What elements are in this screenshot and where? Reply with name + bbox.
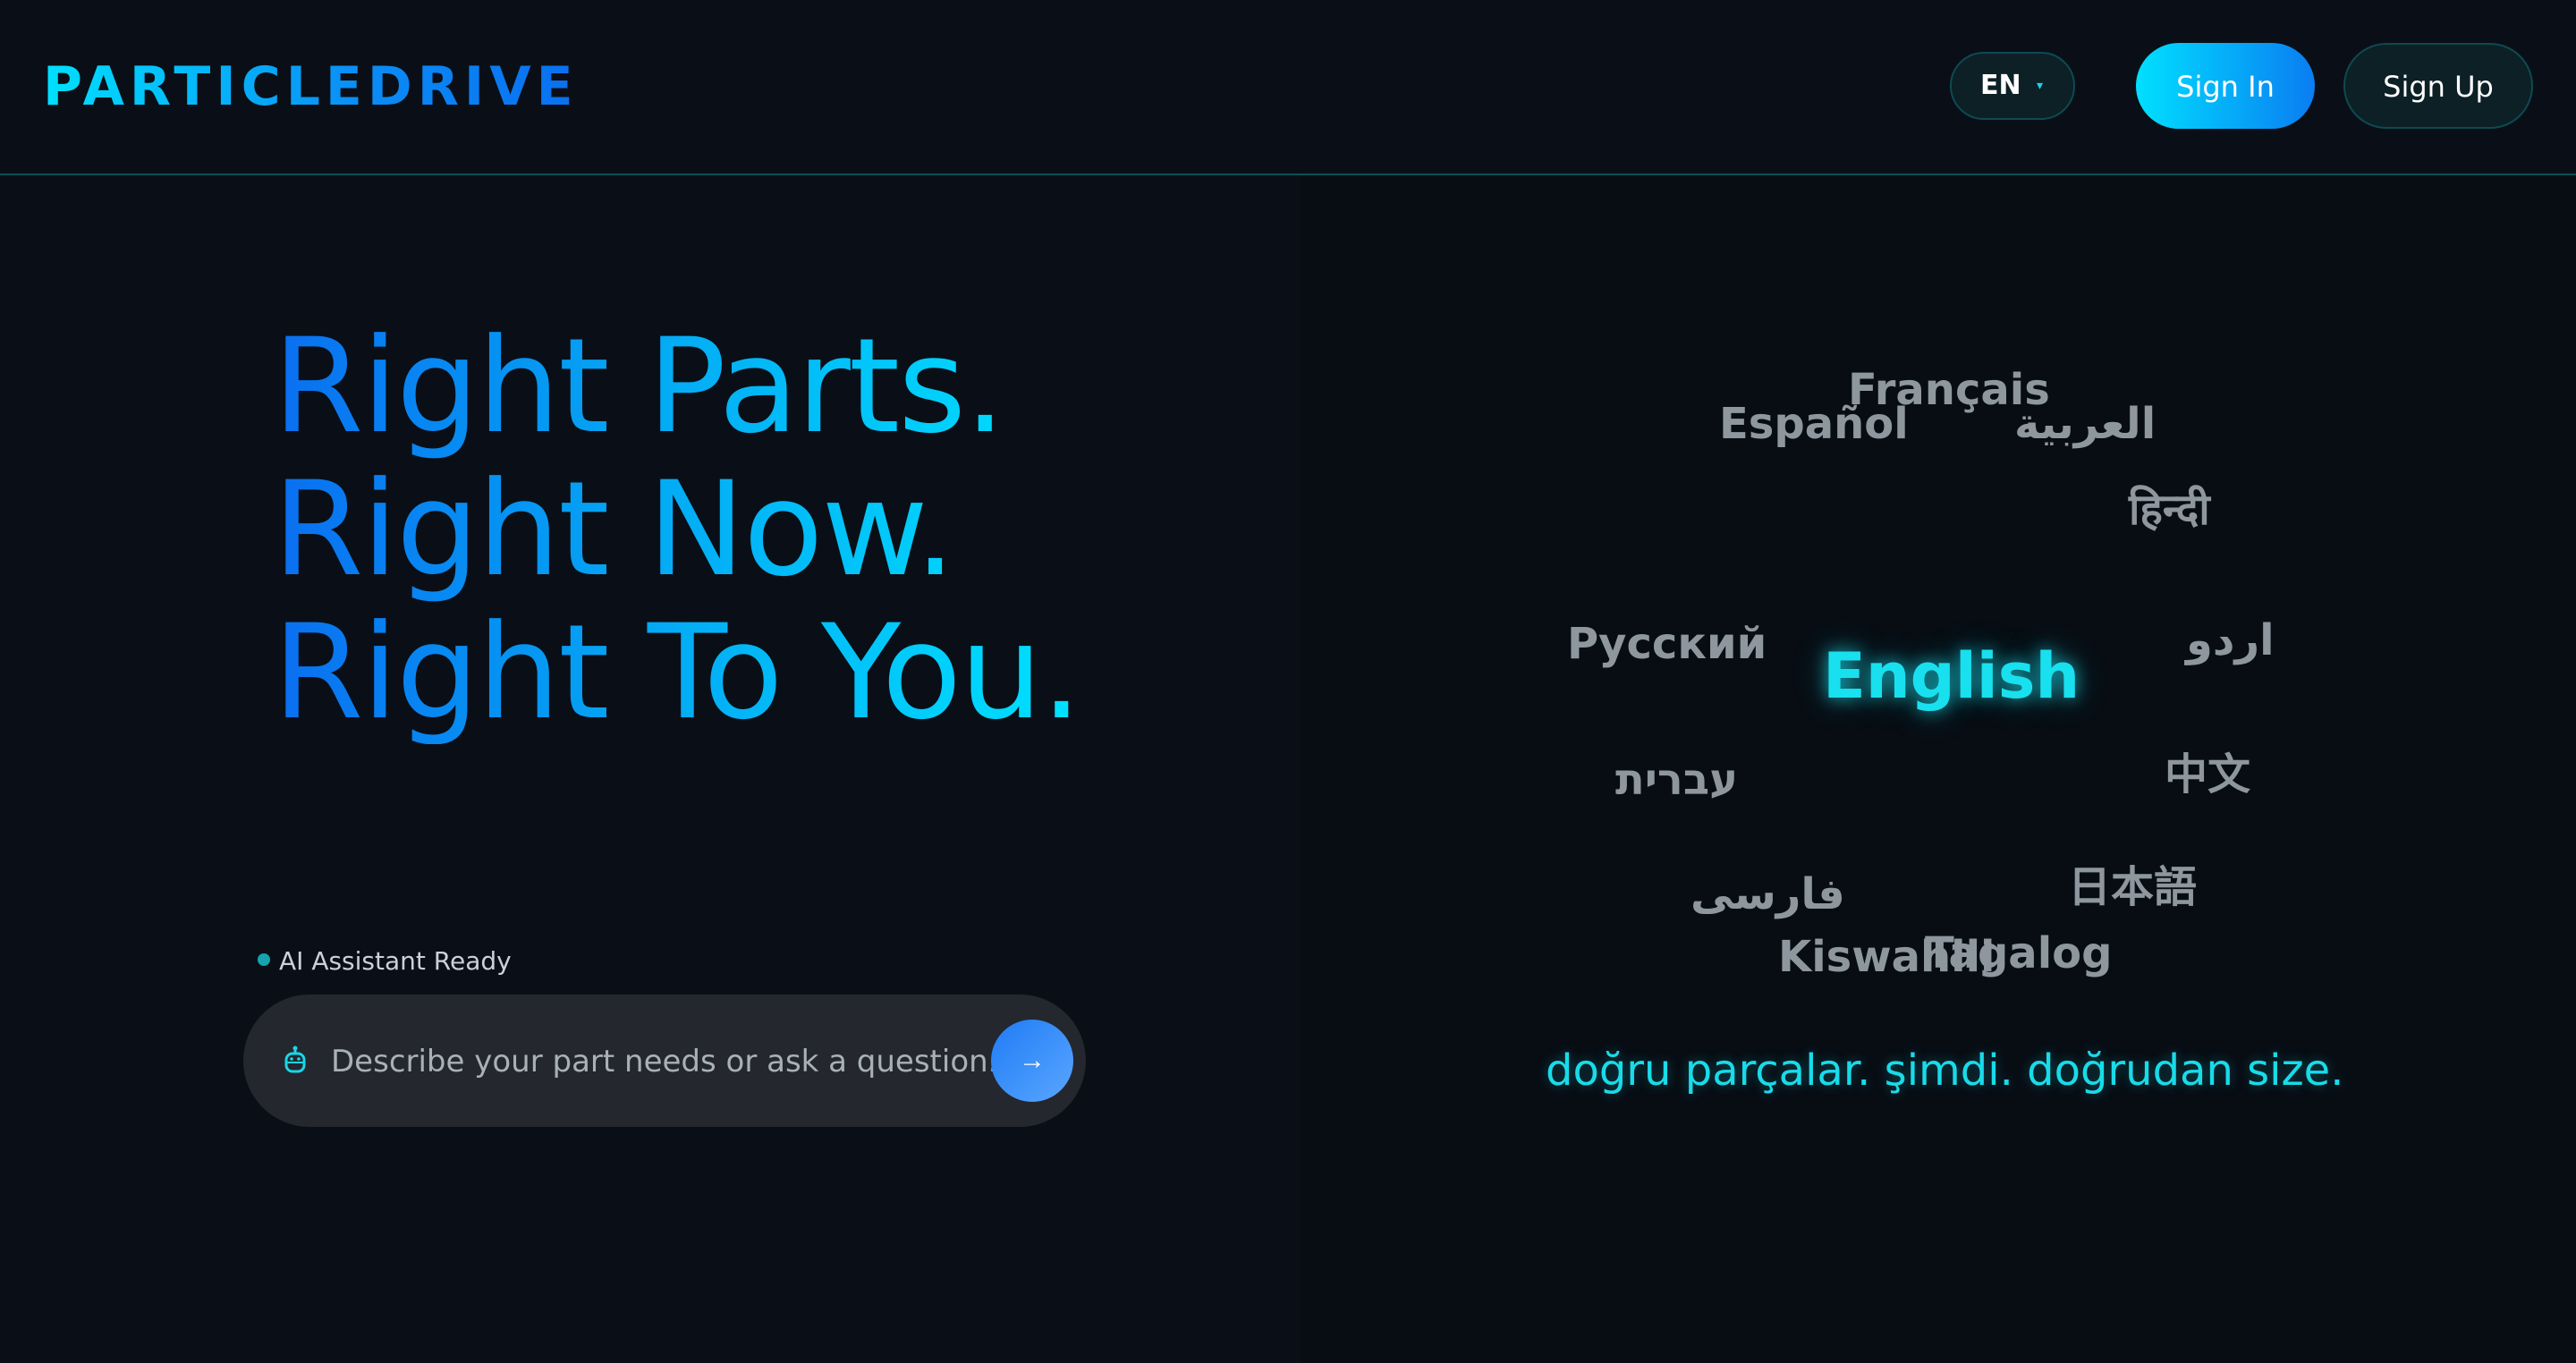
assistant-search-bar: → [243,995,1086,1127]
headline-line: Right Now. [273,453,954,605]
headline-line: Right Parts. [273,310,1004,462]
language-code: EN [1980,70,2021,101]
language-panel [1301,175,2576,1363]
assistant-input[interactable] [329,1034,1013,1089]
tagline-translation: doğru parçalar. şimdi. doğrudan size. [1546,1046,2344,1096]
language-word[interactable]: 日本語 [2068,860,2197,914]
language-word[interactable]: עברית [1615,753,1738,807]
language-word-active[interactable]: English [1823,639,2080,714]
sign-in-button[interactable]: Sign In [2136,43,2315,129]
language-word[interactable]: Tagalog [1925,927,2112,980]
robot-icon [275,1041,315,1080]
status-dot-icon [258,953,270,966]
language-word[interactable]: हिन्दी [2129,483,2210,537]
language-word[interactable]: العربية [2014,397,2156,451]
brand-logo[interactable]: PARTICLEDRIVE [43,55,579,118]
chevron-down-icon: ▾ [2036,79,2043,93]
language-word[interactable]: 中文 [2165,748,2250,801]
send-button[interactable]: → [991,1020,1073,1102]
headline-line: Right To You. [273,597,1081,749]
hero-headline: Right Parts. Right Now. Right To You. [273,315,1080,744]
assistant-status: AI Assistant Ready [258,944,512,979]
language-word[interactable]: Español [1719,397,1909,451]
language-word[interactable]: فارسی [1690,868,1845,921]
language-selector[interactable]: EN ▾ [1950,52,2075,120]
top-nav: PARTICLEDRIVE EN ▾ Sign In Sign Up [0,0,2576,175]
sign-up-button[interactable]: Sign Up [2343,43,2533,129]
assistant-status-label: AI Assistant Ready [279,946,512,976]
language-word[interactable]: اردو [2186,614,2275,667]
language-word[interactable]: Русский [1567,617,1767,671]
